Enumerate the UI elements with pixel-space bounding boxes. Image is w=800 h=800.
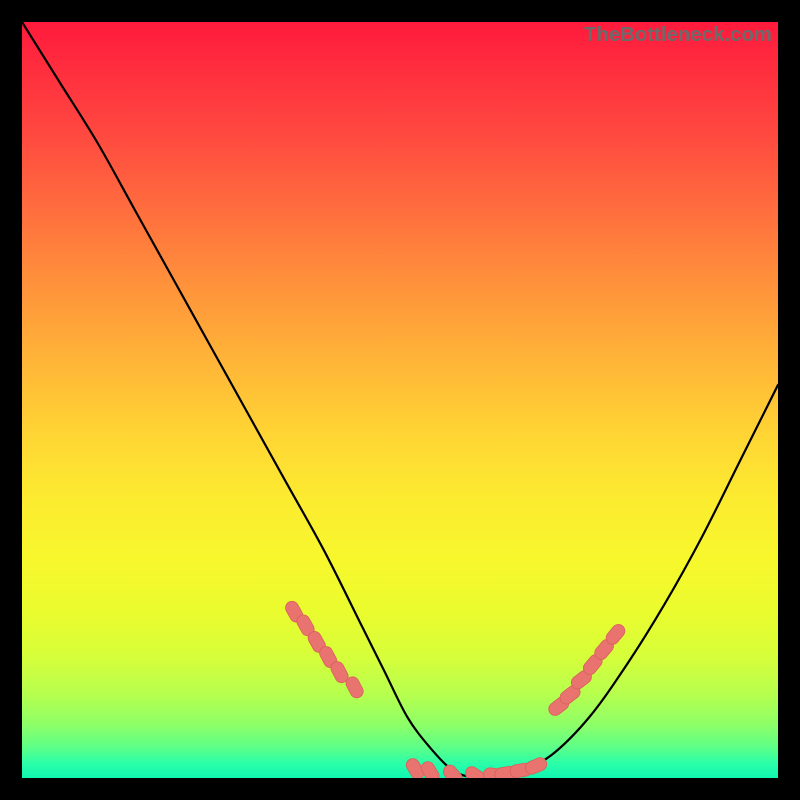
bead-markers — [283, 599, 627, 778]
bottleneck-curve — [22, 22, 778, 778]
plot-area: TheBottleneck.com — [22, 22, 778, 778]
chart-overlay — [22, 22, 778, 778]
chart-frame: TheBottleneck.com — [0, 0, 800, 800]
bead — [441, 762, 465, 778]
